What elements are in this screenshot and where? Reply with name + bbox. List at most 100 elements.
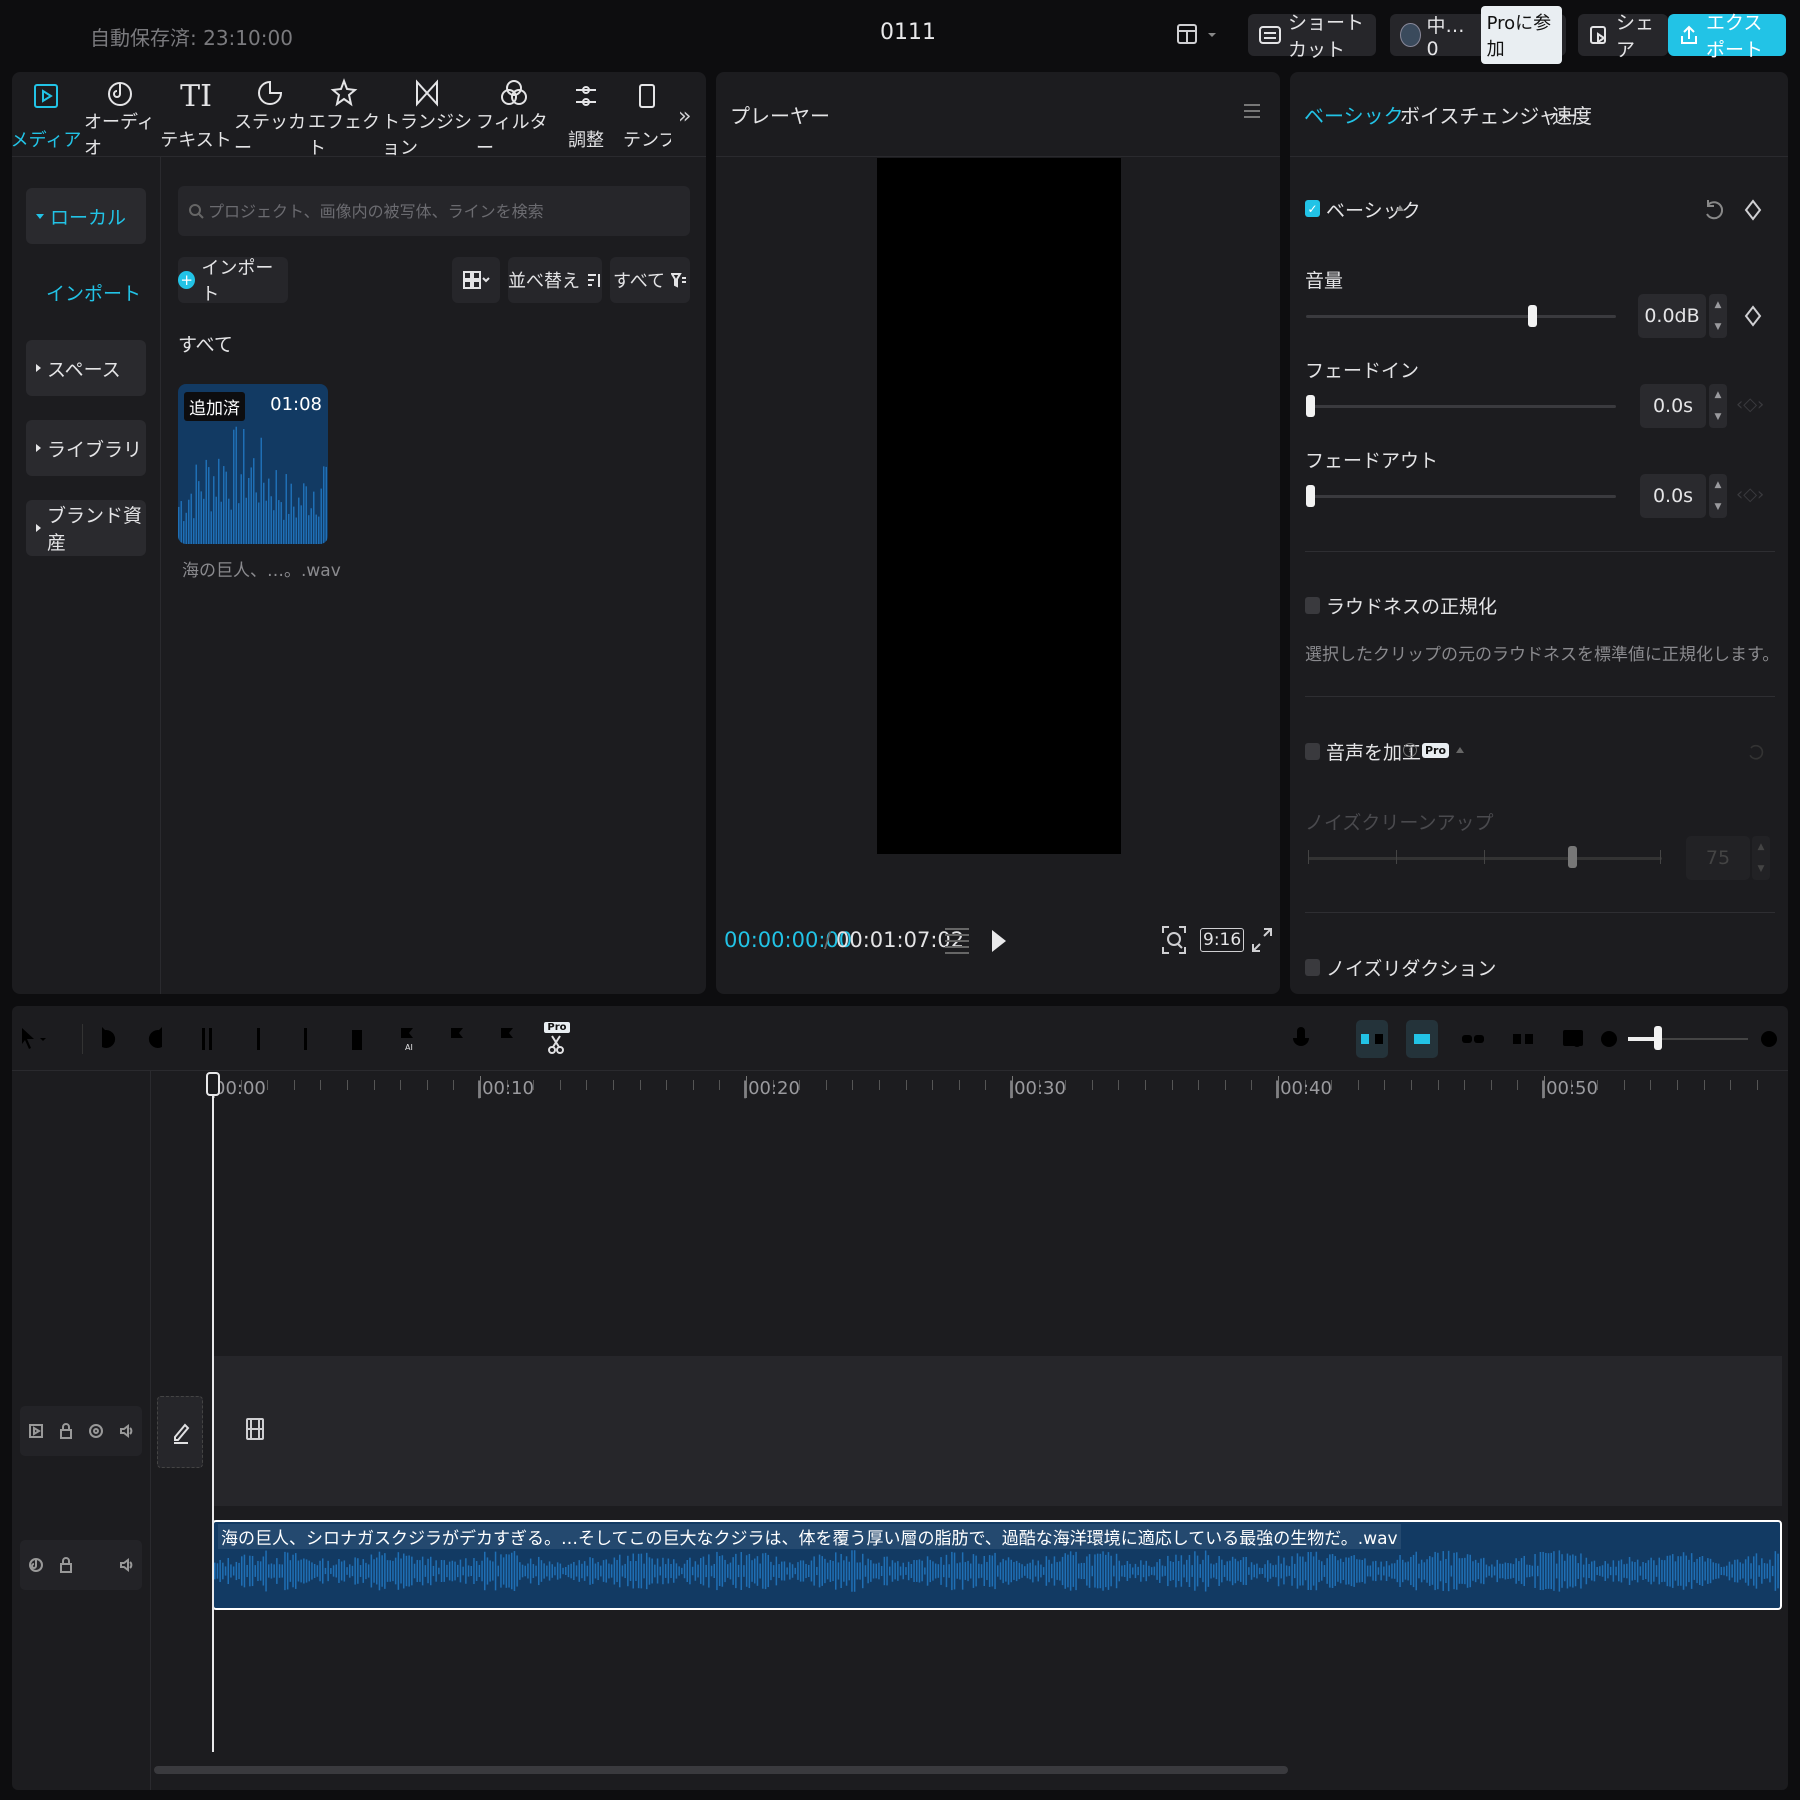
audio-clip[interactable]: 海の巨人、シロナガスクジラがデカすぎる。…そしてこの巨大なクジラは、体を覆う厚い… bbox=[212, 1520, 1782, 1610]
playhead[interactable] bbox=[212, 1072, 214, 1752]
chevron-up-icon[interactable]: ▲ bbox=[1715, 480, 1722, 490]
preview-axis-icon[interactable] bbox=[1506, 1022, 1540, 1056]
zoom-slider-thumb[interactable] bbox=[1654, 1026, 1662, 1050]
split-icon[interactable] bbox=[190, 1022, 224, 1056]
main-video-track[interactable] bbox=[212, 1356, 1782, 1506]
zoom-out-icon[interactable] bbox=[1592, 1022, 1626, 1056]
marker-icon[interactable] bbox=[440, 1022, 474, 1056]
chevron-up-icon[interactable]: ▲ bbox=[1715, 300, 1722, 310]
cover-edit-button[interactable] bbox=[157, 1396, 203, 1468]
fade-out-field[interactable]: 0.0s bbox=[1640, 474, 1706, 518]
tab-speed[interactable]: 速度 bbox=[1552, 100, 1592, 129]
link-icon[interactable] bbox=[1456, 1022, 1490, 1056]
aspect-ratio-button[interactable]: 9:16 bbox=[1200, 928, 1245, 952]
tab-sticker[interactable]: ステッカー bbox=[234, 78, 306, 159]
tab-audio[interactable]: オーディオ bbox=[84, 78, 156, 159]
project-title[interactable]: 0111 bbox=[880, 20, 936, 45]
play-icon[interactable] bbox=[992, 930, 1006, 952]
more-tabs-icon[interactable]: » bbox=[678, 104, 691, 129]
split-left-icon[interactable] bbox=[240, 1022, 274, 1056]
timecode-list-icon[interactable] bbox=[942, 924, 972, 956]
fade-out-stepper[interactable]: ▲ ▼ bbox=[1709, 474, 1727, 518]
thumbnail-icon[interactable] bbox=[1556, 1022, 1590, 1056]
waveform-bar bbox=[340, 1561, 343, 1581]
lock-icon[interactable] bbox=[59, 1557, 73, 1573]
volume-slider-thumb[interactable] bbox=[1528, 305, 1538, 327]
fade-out-slider-track[interactable] bbox=[1306, 495, 1616, 498]
search-input[interactable] bbox=[208, 201, 688, 221]
delete-icon[interactable] bbox=[340, 1022, 374, 1056]
split-right-icon[interactable] bbox=[290, 1022, 324, 1056]
tab-text[interactable]: TI テキスト bbox=[160, 78, 232, 152]
tab-basic[interactable]: ベーシック bbox=[1304, 100, 1404, 129]
volume-keyframe-icon[interactable] bbox=[1742, 304, 1764, 328]
export-button[interactable]: エクスポート bbox=[1668, 12, 1786, 61]
fade-in-slider-thumb[interactable] bbox=[1306, 395, 1315, 417]
shortcut-button[interactable]: ショートカット bbox=[1248, 12, 1376, 61]
tab-filter[interactable]: フィルター bbox=[476, 78, 552, 159]
loudness-checkbox[interactable] bbox=[1305, 597, 1320, 614]
waveform-bar bbox=[270, 1563, 273, 1579]
sort-button[interactable]: 並べ替え bbox=[508, 257, 602, 303]
help-icon[interactable]: ? bbox=[1403, 743, 1417, 757]
waveform-bar bbox=[386, 1560, 389, 1582]
menu-icon[interactable] bbox=[1242, 100, 1262, 122]
sidebar-item-space-label: スペース bbox=[47, 358, 121, 381]
collapse-up-icon[interactable] bbox=[1396, 205, 1404, 211]
volume-slider-track[interactable] bbox=[1306, 315, 1616, 318]
reset-icon[interactable] bbox=[1702, 198, 1724, 222]
ruler-tick bbox=[347, 1080, 348, 1090]
sidebar-item-brand[interactable]: ブランド資産 bbox=[26, 500, 146, 556]
user-menu[interactable]: 中…0 Proに参加 bbox=[1390, 6, 1566, 64]
keyframe-icon[interactable] bbox=[1742, 198, 1764, 222]
sidebar-item-local[interactable]: ローカル bbox=[26, 188, 146, 244]
tab-template[interactable]: テンプ bbox=[612, 78, 682, 152]
timeline-scrollbar[interactable] bbox=[154, 1766, 1288, 1774]
zoom-fit-icon[interactable] bbox=[1160, 924, 1188, 956]
search-box[interactable] bbox=[178, 186, 690, 236]
chevron-down-icon[interactable]: ▼ bbox=[1715, 322, 1722, 332]
sidebar-item-import[interactable]: インポート bbox=[26, 264, 146, 320]
enhance-checkbox[interactable] bbox=[1305, 743, 1320, 760]
zoom-in-icon[interactable] bbox=[1752, 1022, 1786, 1056]
fade-out-slider-thumb[interactable] bbox=[1306, 485, 1315, 507]
undo-icon[interactable] bbox=[90, 1022, 124, 1056]
tab-transition[interactable]: トランジション bbox=[382, 78, 472, 159]
speaker-icon[interactable] bbox=[119, 1423, 135, 1439]
tab-media[interactable]: メディア bbox=[10, 78, 82, 152]
volume-stepper[interactable]: ▲ ▼ bbox=[1709, 294, 1727, 338]
import-button[interactable]: + インポート bbox=[178, 257, 288, 305]
eye-icon[interactable] bbox=[88, 1423, 104, 1439]
pro-cut-tool[interactable]: Pro bbox=[540, 1018, 574, 1060]
media-clip-thumbnail[interactable]: 追加済 01:08 bbox=[178, 384, 328, 544]
layout-icon[interactable] bbox=[1176, 22, 1220, 48]
chevron-down-icon[interactable]: ▼ bbox=[1715, 412, 1722, 422]
share-button[interactable]: シェア bbox=[1578, 12, 1668, 61]
lock-icon[interactable] bbox=[59, 1423, 73, 1439]
sidebar-item-library[interactable]: ライブラリ bbox=[26, 420, 146, 476]
loudness-label: ラウドネスの正規化 bbox=[1326, 596, 1498, 618]
select-tool-icon[interactable] bbox=[16, 1022, 50, 1056]
chevron-down-icon[interactable]: ▼ bbox=[1715, 502, 1722, 512]
fade-in-slider-track[interactable] bbox=[1306, 405, 1616, 408]
preview-canvas[interactable] bbox=[877, 158, 1121, 854]
collapse-up-icon[interactable] bbox=[1456, 747, 1464, 753]
playhead-handle[interactable] bbox=[206, 1072, 220, 1096]
fullscreen-icon[interactable] bbox=[1250, 926, 1274, 954]
noise-reduction-checkbox[interactable] bbox=[1305, 959, 1320, 976]
ruler-tick bbox=[719, 1080, 720, 1090]
fade-in-stepper[interactable]: ▲ ▼ bbox=[1709, 384, 1727, 428]
view-mode-button[interactable] bbox=[452, 257, 500, 303]
tab-effect[interactable]: エフェクト bbox=[308, 78, 380, 159]
fade-in-field[interactable]: 0.0s bbox=[1640, 384, 1706, 428]
chevron-up-icon[interactable]: ▲ bbox=[1715, 390, 1722, 400]
basic-checkbox[interactable]: ✓ bbox=[1305, 200, 1320, 217]
volume-field[interactable]: 0.0dB bbox=[1638, 294, 1706, 338]
speaker-icon[interactable] bbox=[119, 1557, 135, 1573]
waveform-bar bbox=[1480, 1558, 1482, 1584]
sidebar-item-space[interactable]: スペース bbox=[26, 340, 146, 396]
filter-button[interactable]: すべて bbox=[610, 257, 690, 303]
microphone-icon[interactable] bbox=[1284, 1022, 1318, 1056]
ai-marker-icon[interactable]: AI bbox=[390, 1022, 424, 1056]
pro-join-button[interactable]: Proに参加 bbox=[1480, 6, 1563, 64]
